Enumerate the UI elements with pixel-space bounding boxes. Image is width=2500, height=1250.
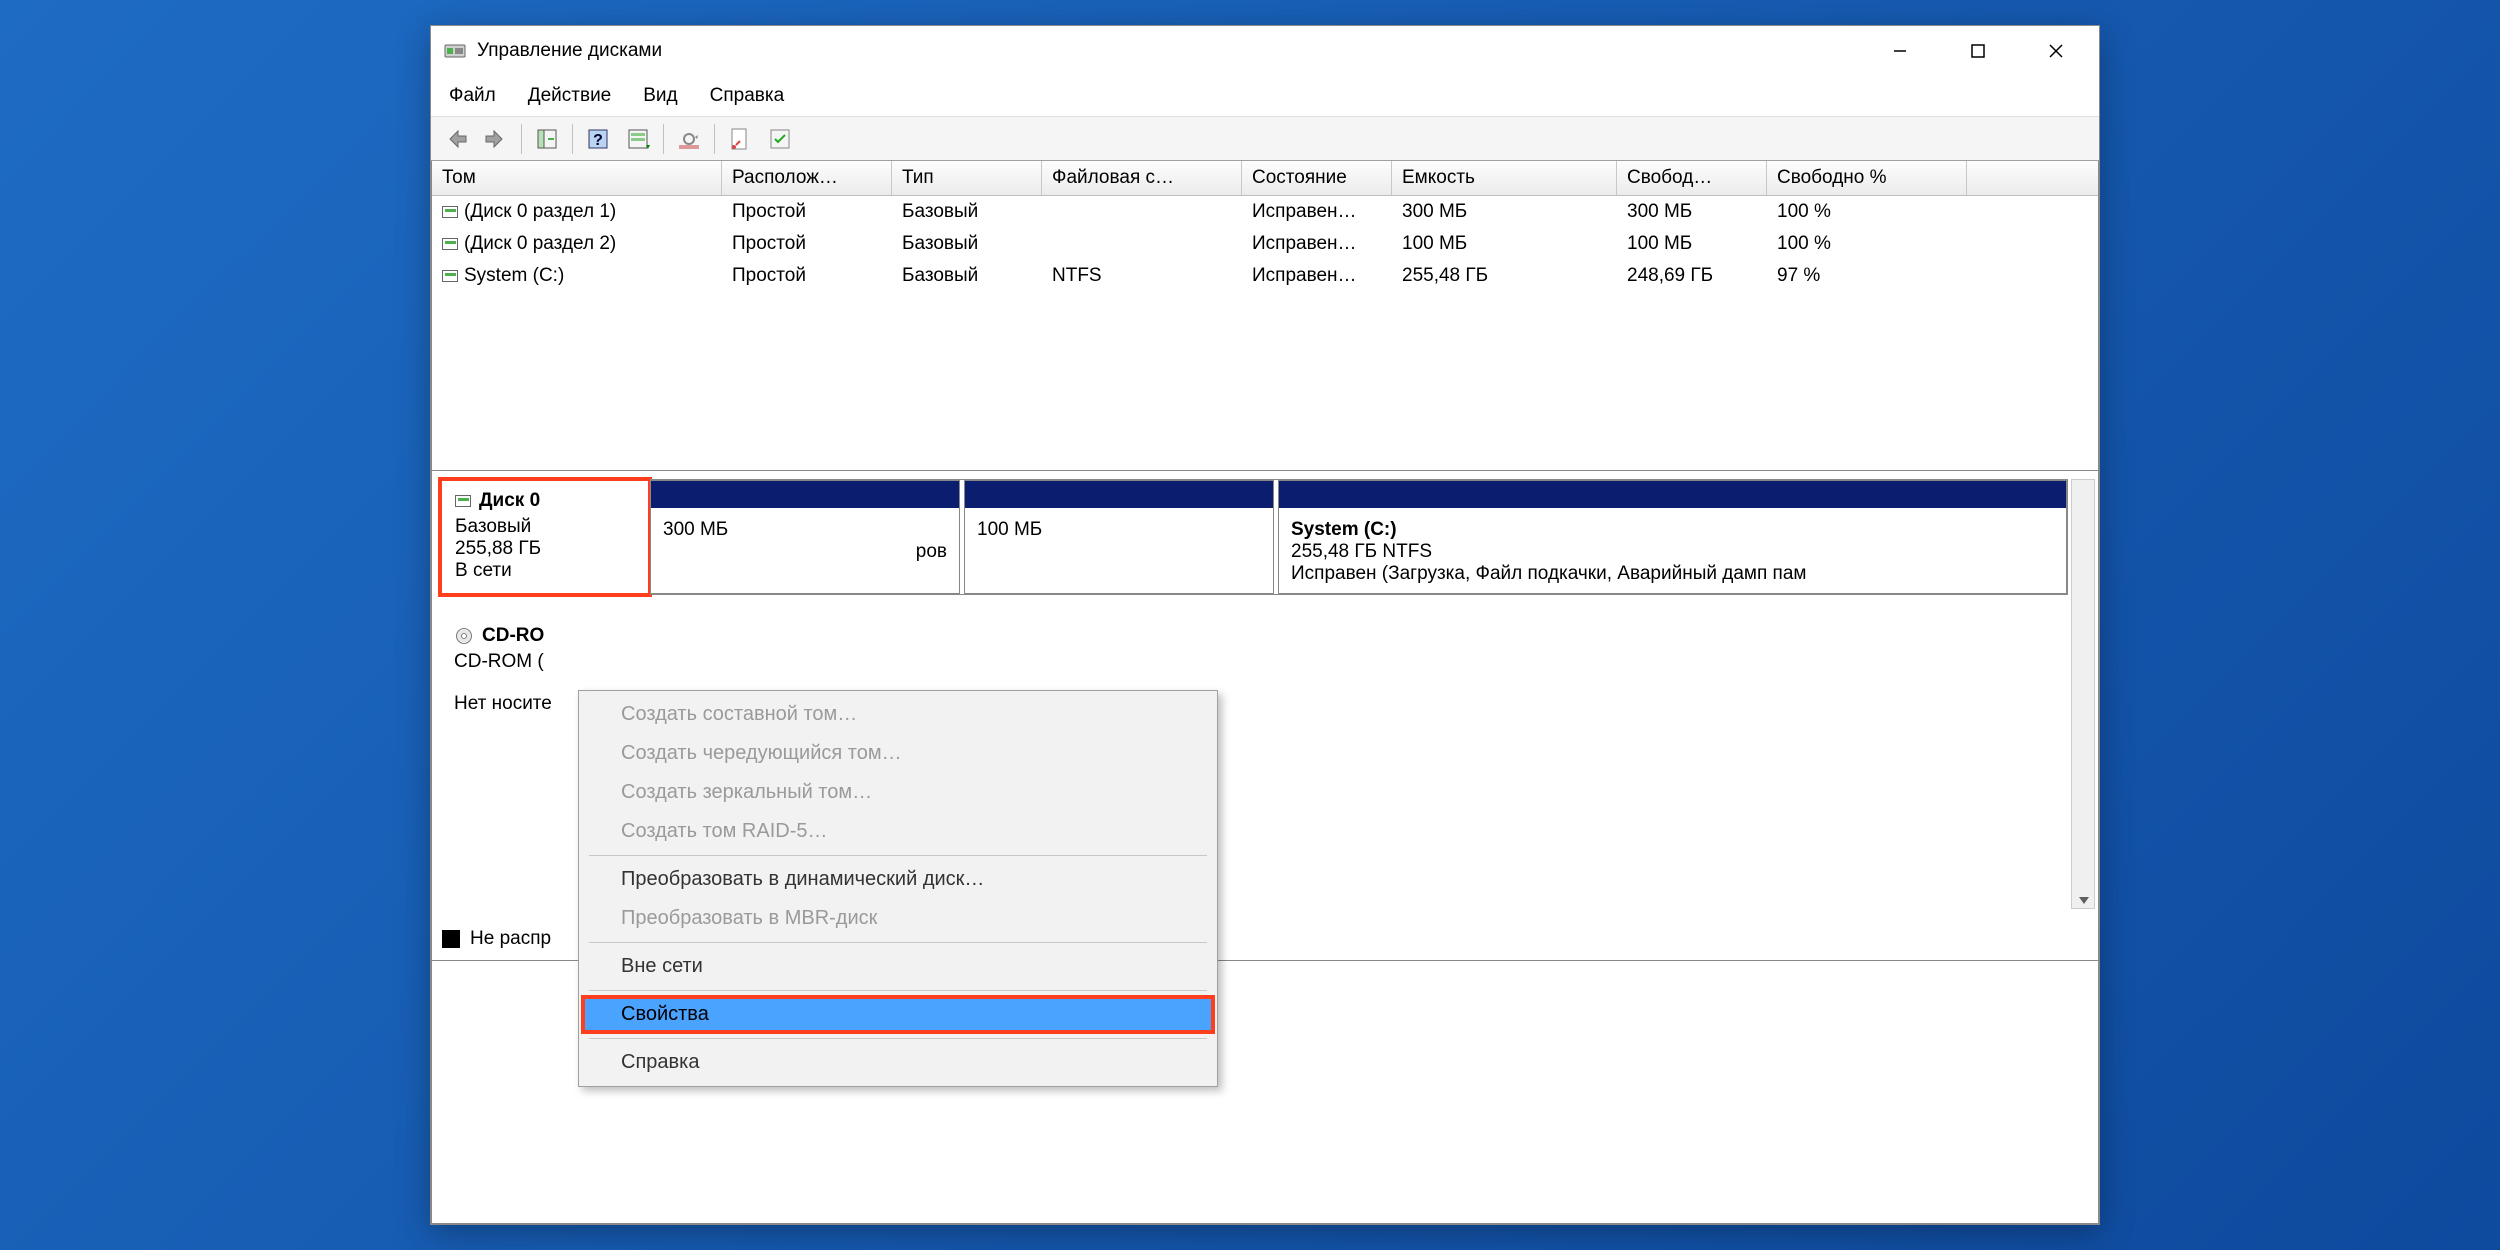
separator [663,124,664,154]
volume-row[interactable]: System (C:) ПростойБазовыйNTFSИсправен…2… [432,260,2098,292]
ctx-convert-mbr[interactable]: Преобразовать в MBR-диск [581,899,1215,938]
col-type[interactable]: Тип [892,161,1042,195]
app-icon [443,39,467,63]
menu-file[interactable]: Файл [445,83,500,109]
volume-name: (Диск 0 раздел 1) [464,201,616,223]
separator [572,124,573,154]
col-freepct[interactable]: Свободно % [1767,161,1967,195]
col-status[interactable]: Состояние [1242,161,1392,195]
context-menu: Создать составной том… Создать чередующи… [578,690,1218,1087]
show-hide-tree-button[interactable] [530,122,564,156]
col-filesystem[interactable]: Файловая с… [1042,161,1242,195]
back-button[interactable] [439,122,473,156]
legend-swatch-unallocated [442,930,460,948]
vertical-scrollbar[interactable] [2071,479,2095,909]
close-button[interactable] [2017,28,2095,74]
menu-help[interactable]: Справка [706,83,789,109]
separator [589,990,1207,991]
disk-size: 255,88 ГБ [455,538,635,560]
separator [589,1038,1207,1039]
volume-list[interactable]: Том Располож… Тип Файловая с… Состояние … [432,161,2098,471]
ctx-offline[interactable]: Вне сети [581,947,1215,986]
toolbar: ? [431,116,2099,161]
ctx-help[interactable]: Справка [581,1043,1215,1082]
volume-header[interactable]: Том Располож… Тип Файловая с… Состояние … [432,161,2098,196]
partition[interactable]: 300 МБров [650,480,960,594]
ctx-spanned-volume[interactable]: Создать составной том… [581,695,1215,734]
legend-label: Не распр [470,928,551,950]
help-button[interactable]: ? [581,122,615,156]
maximize-button[interactable] [1939,28,2017,74]
disk-icon [455,495,471,507]
partition-title: System (C:) [1291,519,1397,540]
minimize-button[interactable] [1861,28,1939,74]
disk0-label[interactable]: Диск 0 Базовый 255,88 ГБ В сети [440,479,650,595]
separator [589,855,1207,856]
ctx-properties[interactable]: Свойства [581,995,1215,1034]
separator [521,124,522,154]
col-volume[interactable]: Том [432,161,722,195]
disk-row: Диск 0 Базовый 255,88 ГБ В сети 300 МБро… [440,479,2068,595]
menu-view[interactable]: Вид [639,83,681,109]
separator [714,124,715,154]
volume-name: (Диск 0 раздел 2) [464,233,616,255]
legend: Не распр [442,928,551,950]
partition-system[interactable]: System (C:)255,48 ГБ NTFSИсправен (Загру… [1278,480,2067,594]
cdrom-title: CD-RO [482,625,544,647]
ctx-striped-volume[interactable]: Создать чередующийся том… [581,734,1215,773]
menubar: Файл Действие Вид Справка [431,76,2099,116]
svg-text:?: ? [593,132,603,149]
volume-icon [442,206,458,218]
cdrom-icon [454,626,474,646]
col-capacity[interactable]: Емкость [1392,161,1617,195]
ctx-mirror-volume[interactable]: Создать зеркальный том… [581,773,1215,812]
volume-row[interactable]: (Диск 0 раздел 1) ПростойБазовыйИсправен… [432,196,2098,228]
window-title: Управление дисками [477,40,1861,62]
col-layout[interactable]: Располож… [722,161,892,195]
disk-status: В сети [455,560,635,582]
action-list-button[interactable] [621,122,655,156]
disk-title: Диск 0 [479,490,540,512]
menu-action[interactable]: Действие [524,83,616,109]
volume-name: System (C:) [464,265,564,287]
titlebar[interactable]: Управление дисками [431,26,2099,76]
refresh-button[interactable] [672,122,706,156]
forward-button[interactable] [479,122,513,156]
ctx-convert-dynamic[interactable]: Преобразовать в динамический диск… [581,860,1215,899]
disk-type: Базовый [455,516,635,538]
col-free[interactable]: Свобод… [1617,161,1767,195]
volume-icon [442,270,458,282]
more-actions-icon[interactable] [763,122,797,156]
ctx-raid5-volume[interactable]: Создать том RAID-5… [581,812,1215,851]
partition[interactable]: 100 МБ [964,480,1274,594]
separator [589,942,1207,943]
volume-row[interactable]: (Диск 0 раздел 2) ПростойБазовыйИсправен… [432,228,2098,260]
properties-icon[interactable] [723,122,757,156]
volume-icon [442,238,458,250]
